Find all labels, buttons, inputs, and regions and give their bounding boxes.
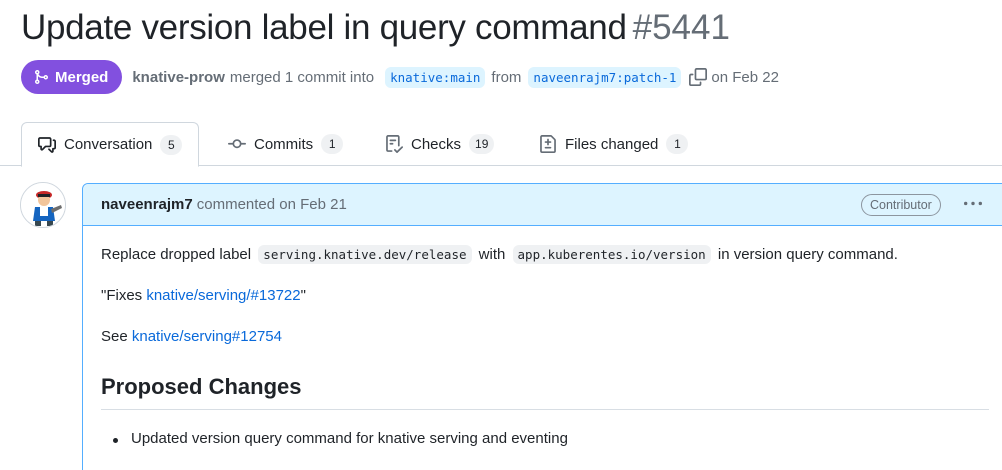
comment-box: naveenrajm7 commented on Feb 21 Contribu… <box>82 183 1002 470</box>
base-branch-link[interactable]: knative:main <box>385 66 486 88</box>
pr-meta-row: Merged knative-prow merged 1 commit into… <box>21 60 784 94</box>
comment-author-link[interactable]: naveenrajm7 <box>101 196 193 213</box>
fixes-issue-link[interactable]: knative/serving/#13722 <box>146 287 300 304</box>
list-item-text: Updated version query command for knativ… <box>131 430 568 447</box>
file-diff-icon <box>540 135 556 153</box>
avatar-image <box>21 183 65 227</box>
head-branch-link[interactable]: naveenrajm7:patch-1 <box>528 66 682 88</box>
pr-title: Update version label in query command <box>21 8 627 47</box>
description-text-start: Replace dropped label <box>101 246 252 263</box>
contributor-badge: Contributor <box>861 194 941 216</box>
fixes-prefix: "Fixes <box>101 287 143 304</box>
see-line: See knative/serving#12754 <box>101 327 282 347</box>
merged-text: merged 1 commit into <box>229 68 375 86</box>
comment-meta[interactable]: commented on Feb 21 <box>197 196 347 213</box>
comment-discussion-icon <box>38 136 56 153</box>
tab-commits-label: Commits <box>254 135 314 153</box>
tab-checks-label: Checks <box>411 135 462 153</box>
merged-status-label: Merged <box>55 68 109 86</box>
kebab-menu-icon[interactable] <box>961 192 985 216</box>
heading-divider <box>101 409 989 410</box>
tab-checks-count: 19 <box>469 134 495 154</box>
merged-status-badge: Merged <box>21 60 123 94</box>
checklist-icon <box>386 135 403 153</box>
comment-header: naveenrajm7 commented on Feb 21 Contribu… <box>83 184 1002 226</box>
description-text-mid: with <box>478 246 506 263</box>
pr-title-row: Update version label in query command #54… <box>21 8 730 48</box>
description-text-end: in version query command. <box>717 246 898 263</box>
tab-files-changed-label: Files changed <box>565 135 659 153</box>
from-text: from <box>491 68 522 86</box>
avatar[interactable] <box>20 182 66 228</box>
pr-number: #5441 <box>632 8 730 47</box>
inline-code-old-label: serving.knative.dev/release <box>258 245 472 264</box>
tab-files-changed-count: 1 <box>666 134 689 154</box>
merge-author-link[interactable]: knative-prow <box>132 69 225 86</box>
tab-commits[interactable]: Commits 1 <box>228 122 344 166</box>
see-issue-link[interactable]: knative/serving#12754 <box>132 328 282 345</box>
tab-files-changed[interactable]: Files changed 1 <box>539 122 689 166</box>
git-merge-icon <box>35 70 49 84</box>
description-line: Replace dropped label serving.knative.de… <box>101 245 898 265</box>
tab-checks[interactable]: Checks 19 <box>385 122 495 166</box>
copy-icon[interactable] <box>689 68 708 86</box>
fixes-suffix: " <box>300 287 306 304</box>
see-prefix: See <box>101 328 128 345</box>
git-commit-icon <box>228 139 246 149</box>
merge-date: on Feb 22 <box>711 68 779 86</box>
tab-conversation-count: 5 <box>160 134 183 155</box>
tab-conversation-label: Conversation <box>64 136 153 153</box>
inline-code-new-label: app.kuberentes.io/version <box>512 245 711 264</box>
tab-conversation[interactable]: Conversation 5 <box>21 122 200 167</box>
pr-tabs: Conversation 5 Commits 1 Checks 19 Files… <box>0 122 1002 167</box>
proposed-changes-heading: Proposed Changes <box>101 374 302 399</box>
fixes-line: "Fixes knative/serving/#13722" <box>101 286 306 306</box>
list-item: Updated version query command for knativ… <box>113 430 568 447</box>
tab-commits-count: 1 <box>321 134 344 154</box>
